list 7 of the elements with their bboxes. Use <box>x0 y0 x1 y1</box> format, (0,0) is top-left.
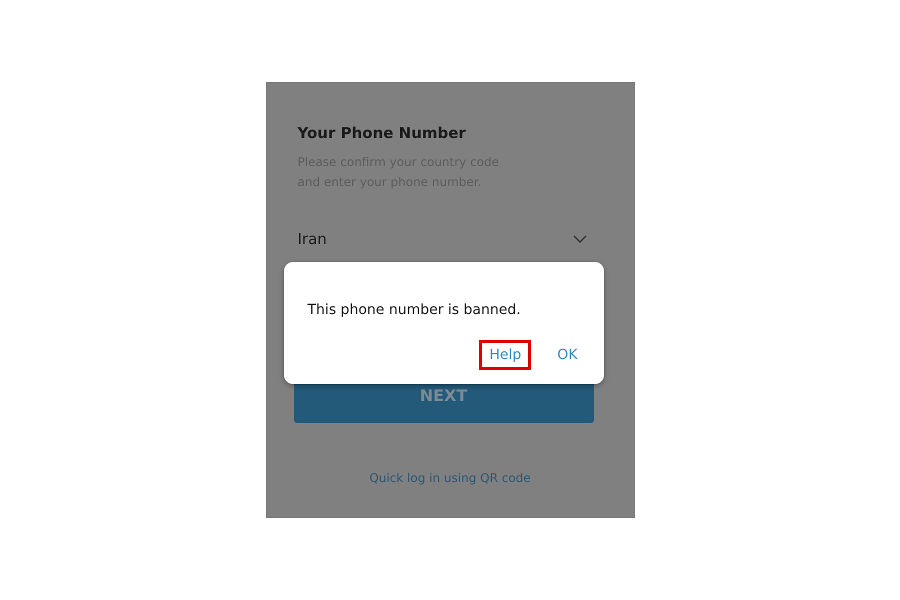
page-title: Your Phone Number <box>298 124 467 142</box>
dialog-message: This phone number is banned. <box>308 302 522 318</box>
dialog-button[interactable]: Help <box>479 340 532 370</box>
qr-login-link[interactable]: Quick log in using QR code <box>369 471 531 485</box>
dialog-button[interactable]: OK <box>547 340 588 370</box>
chevron-down-icon <box>572 235 586 243</box>
country-select[interactable]: Iran <box>298 230 602 248</box>
